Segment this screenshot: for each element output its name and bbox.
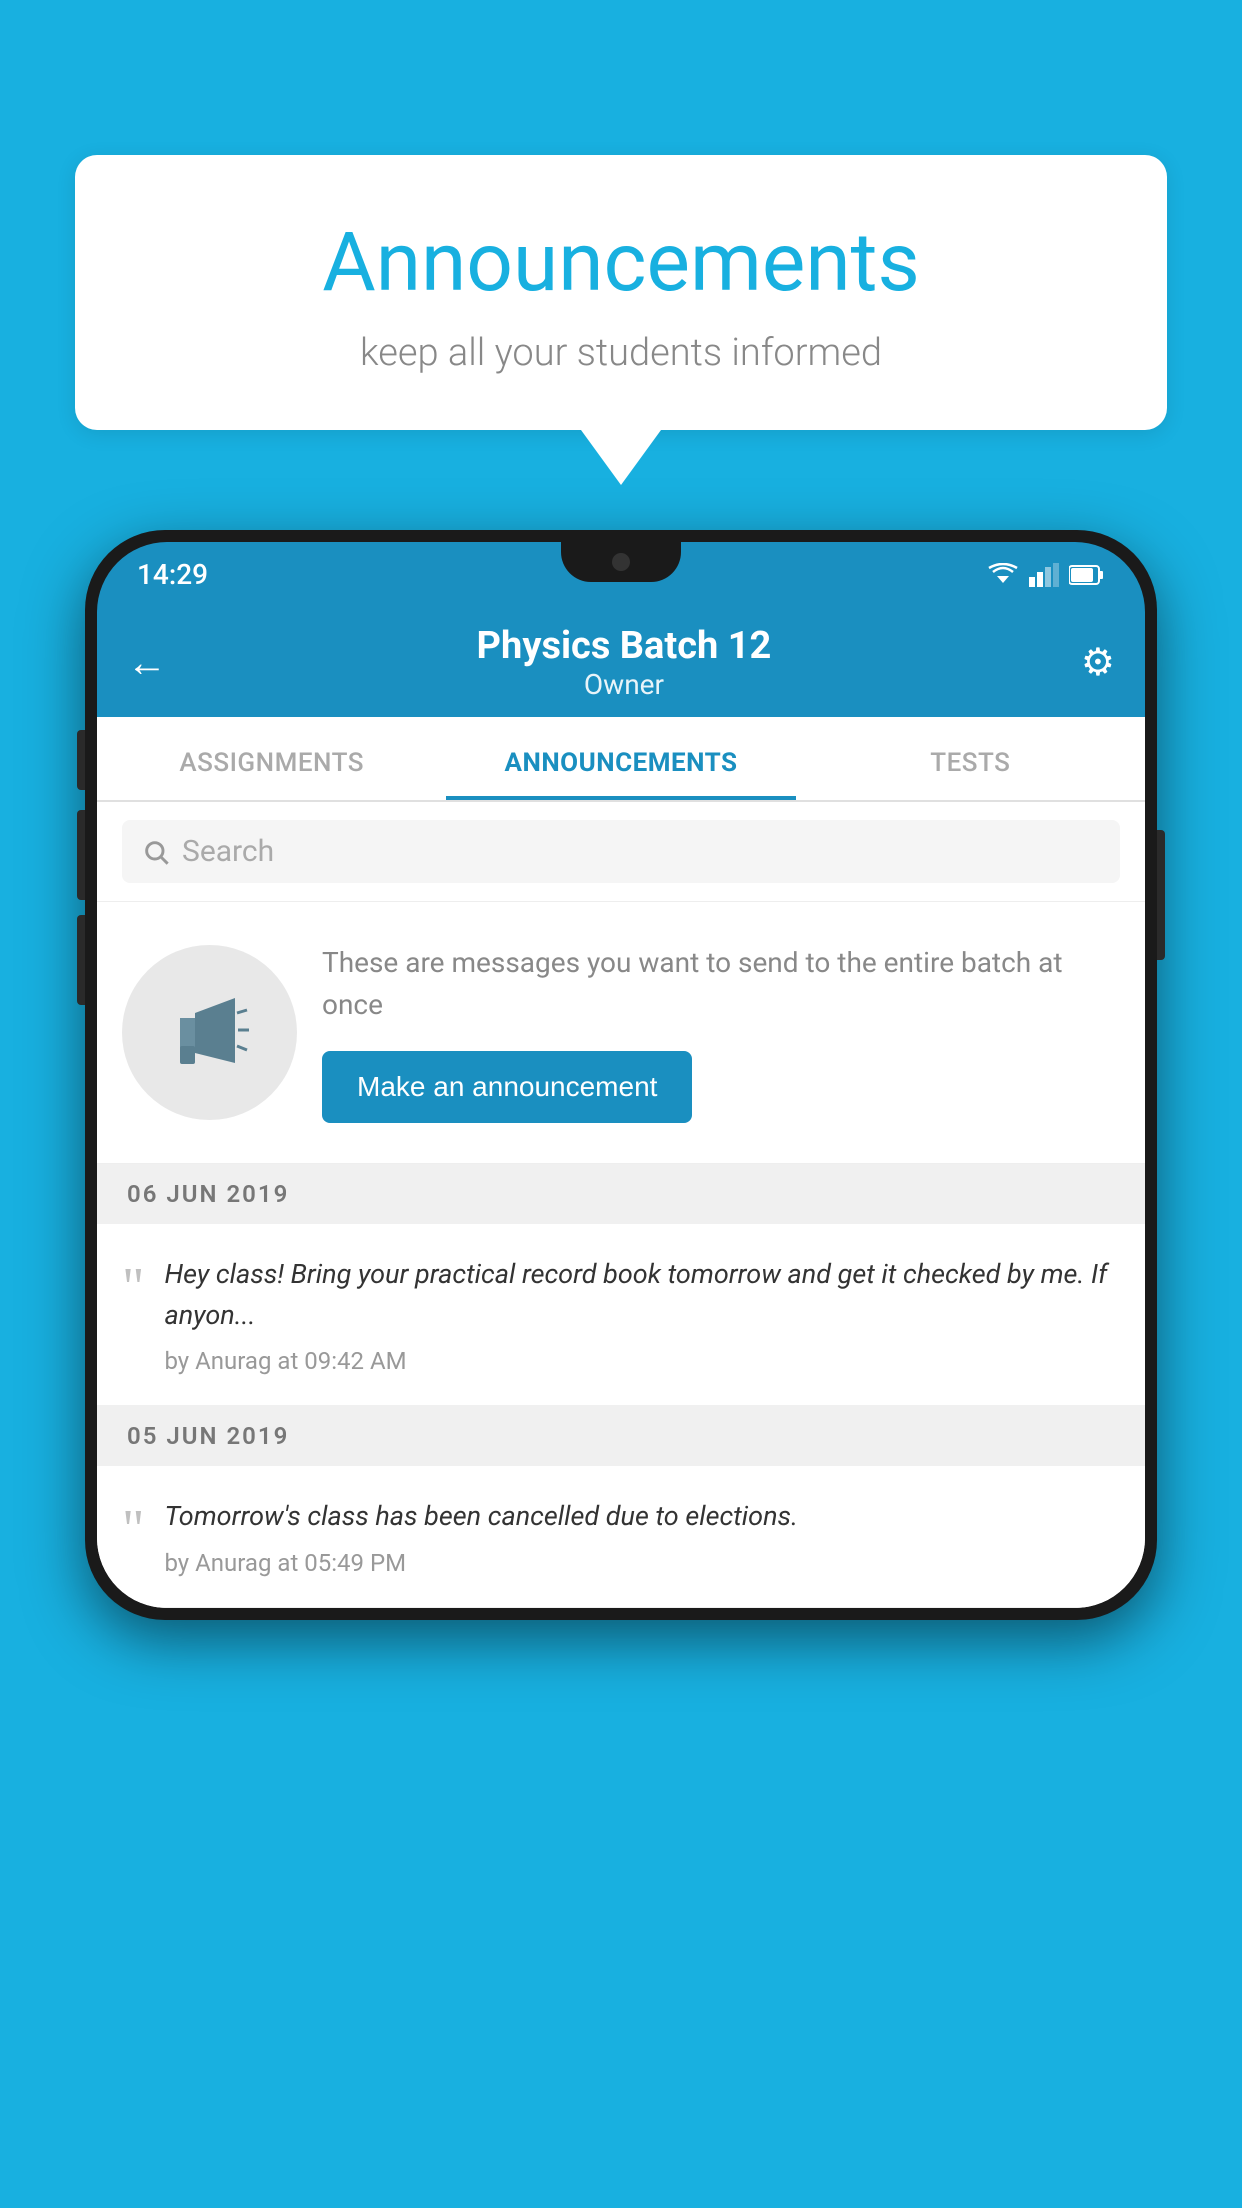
speech-bubble-subtitle: keep all your students informed bbox=[125, 331, 1117, 375]
promo-area: These are messages you want to send to t… bbox=[97, 902, 1145, 1164]
app-bar-subtitle: Owner bbox=[167, 668, 1081, 701]
announcement-item-1: " Hey class! Bring your practical record… bbox=[97, 1224, 1145, 1406]
camera bbox=[612, 553, 630, 571]
speech-bubble-title: Announcements bbox=[125, 215, 1117, 311]
battery-icon bbox=[1069, 564, 1105, 586]
back-button[interactable]: ← bbox=[127, 639, 167, 686]
megaphone-icon bbox=[165, 988, 255, 1078]
announcement-content-2: Tomorrow's class has been cancelled due … bbox=[164, 1496, 1120, 1577]
announcement-item-2: " Tomorrow's class has been cancelled du… bbox=[97, 1466, 1145, 1608]
announcement-content-1: Hey class! Bring your practical record b… bbox=[164, 1254, 1120, 1375]
tab-assignments[interactable]: ASSIGNMENTS bbox=[97, 748, 446, 800]
phone-inner: 14:29 bbox=[97, 542, 1145, 1608]
notch bbox=[561, 542, 681, 582]
search-input-wrapper[interactable]: Search bbox=[122, 820, 1120, 883]
speech-bubble-container: Announcements keep all your students inf… bbox=[75, 155, 1167, 485]
wifi-icon bbox=[987, 563, 1019, 587]
content-area: Search bbox=[97, 802, 1145, 1608]
promo-right: These are messages you want to send to t… bbox=[322, 942, 1120, 1123]
quote-icon-1: " bbox=[122, 1259, 144, 1314]
signal-icon bbox=[1029, 563, 1059, 587]
search-placeholder: Search bbox=[182, 834, 274, 869]
speech-bubble: Announcements keep all your students inf… bbox=[75, 155, 1167, 430]
announcement-meta-1: by Anurag at 09:42 AM bbox=[164, 1347, 1120, 1375]
promo-text: These are messages you want to send to t… bbox=[322, 942, 1120, 1026]
status-icons bbox=[987, 563, 1105, 587]
app-bar: ← Physics Batch 12 Owner ⚙ bbox=[97, 607, 1145, 717]
status-bar: 14:29 bbox=[97, 542, 1145, 607]
date-divider-2: 05 JUN 2019 bbox=[97, 1406, 1145, 1466]
tab-tests[interactable]: TESTS bbox=[796, 748, 1145, 800]
search-bar: Search bbox=[97, 802, 1145, 902]
app-bar-title: Physics Batch 12 bbox=[167, 624, 1081, 668]
app-bar-title-area: Physics Batch 12 Owner bbox=[167, 624, 1081, 701]
settings-icon[interactable]: ⚙ bbox=[1081, 640, 1115, 685]
make-announcement-button[interactable]: Make an announcement bbox=[322, 1051, 692, 1123]
announcement-text-1: Hey class! Bring your practical record b… bbox=[164, 1254, 1120, 1335]
announcement-text-2: Tomorrow's class has been cancelled due … bbox=[164, 1496, 1120, 1537]
tab-announcements[interactable]: ANNOUNCEMENTS bbox=[446, 748, 795, 800]
date-divider-1: 06 JUN 2019 bbox=[97, 1164, 1145, 1224]
phone: 14:29 bbox=[85, 530, 1157, 1620]
quote-icon-2: " bbox=[122, 1501, 144, 1556]
phone-wrapper: 14:29 bbox=[85, 530, 1157, 2208]
status-time: 14:29 bbox=[137, 558, 208, 591]
tabs-bar: ASSIGNMENTS ANNOUNCEMENTS TESTS bbox=[97, 717, 1145, 802]
search-icon bbox=[142, 838, 170, 866]
announcement-meta-2: by Anurag at 05:49 PM bbox=[164, 1549, 1120, 1577]
promo-icon-circle bbox=[122, 945, 297, 1120]
speech-bubble-tail bbox=[581, 430, 661, 485]
